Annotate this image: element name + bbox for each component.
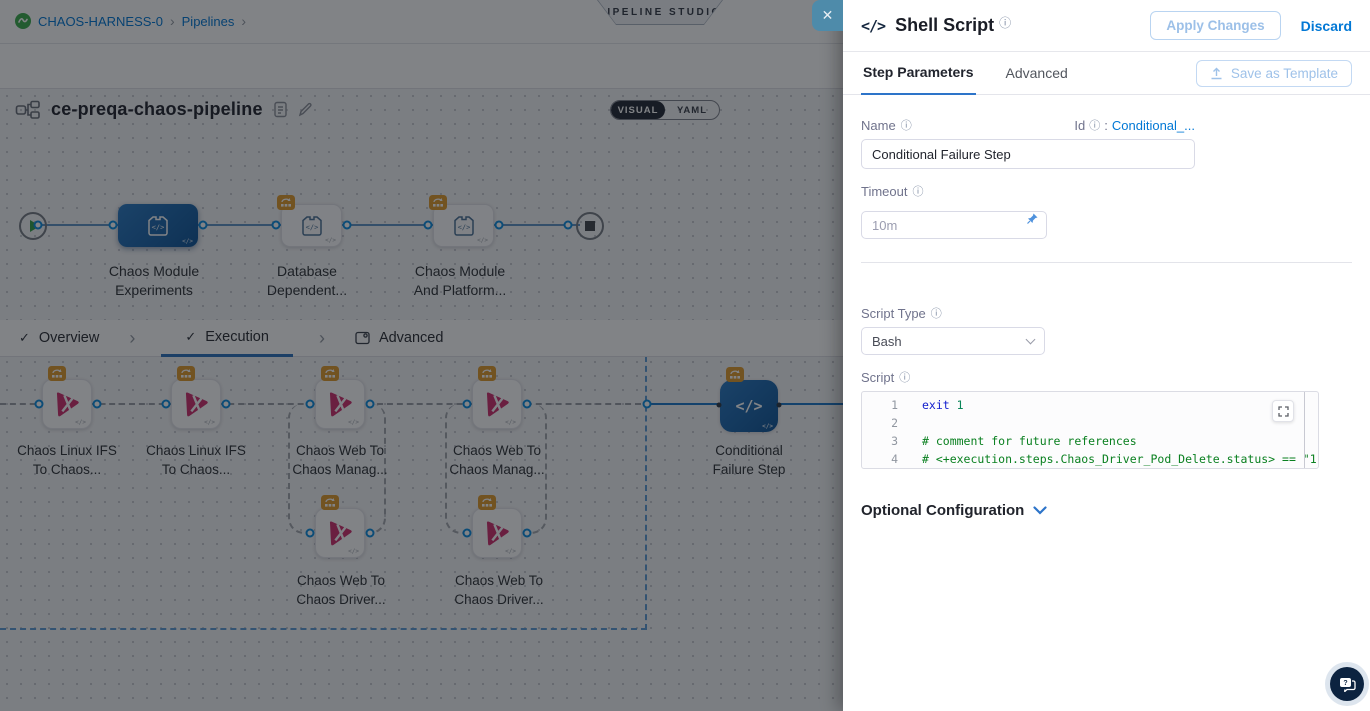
panel-tabs: Step Parameters Advanced Save as Templat… bbox=[843, 52, 1370, 95]
help-chat-button[interactable]: ? bbox=[1330, 667, 1364, 701]
chat-question-icon: ? bbox=[1338, 676, 1356, 692]
editor-line: 3# comment for future references bbox=[862, 432, 1318, 450]
panel-body: Name ⓘ Id ⓘ : Conditional_... Timeout ⓘ … bbox=[843, 95, 1370, 711]
script-type-select[interactable]: Bash bbox=[861, 327, 1045, 355]
step-id: Id ⓘ : Conditional_... bbox=[1074, 117, 1195, 133]
panel-title: Shell Script bbox=[895, 15, 994, 36]
tab-step-advanced[interactable]: Advanced bbox=[1004, 52, 1070, 95]
apply-changes-button[interactable]: Apply Changes bbox=[1150, 11, 1280, 40]
chevron-down-icon bbox=[1026, 335, 1036, 345]
panel-header: </> Shell Script ⓘ Apply Changes Discard bbox=[843, 0, 1370, 52]
info-icon: ⓘ bbox=[899, 369, 910, 385]
step-config-panel: </> Shell Script ⓘ Apply Changes Discard… bbox=[843, 0, 1370, 711]
script-editor-lines: 1exit 123# comment for future references… bbox=[862, 392, 1318, 468]
section-divider bbox=[861, 262, 1352, 263]
name-input[interactable] bbox=[861, 139, 1195, 169]
script-label: Script ⓘ bbox=[861, 369, 1352, 385]
expand-icon bbox=[1278, 406, 1289, 417]
script-editor[interactable]: 1exit 123# comment for future references… bbox=[861, 391, 1319, 469]
discard-button[interactable]: Discard bbox=[1301, 18, 1352, 34]
expand-editor-button[interactable] bbox=[1272, 400, 1294, 422]
info-icon: ⓘ bbox=[912, 183, 923, 199]
editor-line: 2 bbox=[862, 414, 1318, 432]
editor-ruler bbox=[1304, 392, 1305, 468]
upload-icon bbox=[1210, 67, 1223, 80]
editor-line: 4# <+execution.steps.Chaos_Driver_Pod_De… bbox=[862, 450, 1318, 468]
timeout-input[interactable] bbox=[861, 211, 1047, 239]
modal-dim-overlay[interactable] bbox=[0, 0, 843, 711]
timeout-label: Timeout ⓘ bbox=[861, 183, 1352, 199]
shell-script-icon: </> bbox=[861, 17, 885, 35]
info-icon: ⓘ bbox=[931, 305, 942, 321]
editor-line: 1exit 1 bbox=[862, 396, 1318, 414]
svg-text:?: ? bbox=[1343, 680, 1347, 687]
save-as-template-button[interactable]: Save as Template bbox=[1196, 60, 1352, 87]
tab-step-parameters[interactable]: Step Parameters bbox=[861, 52, 976, 95]
close-panel-button[interactable]: ✕ bbox=[812, 0, 843, 31]
info-icon: ⓘ bbox=[999, 14, 1011, 31]
info-icon: ⓘ bbox=[901, 117, 912, 133]
chevron-down-icon bbox=[1033, 506, 1047, 515]
close-icon: ✕ bbox=[822, 7, 834, 24]
script-type-label: Script Type ⓘ bbox=[861, 305, 1352, 321]
optional-configuration-toggle[interactable]: Optional Configuration bbox=[861, 502, 1352, 519]
info-icon: ⓘ bbox=[1089, 117, 1100, 133]
step-id-link[interactable]: Conditional_... bbox=[1112, 118, 1195, 133]
name-label: Name ⓘ bbox=[861, 117, 912, 133]
pin-icon[interactable] bbox=[1026, 212, 1039, 230]
